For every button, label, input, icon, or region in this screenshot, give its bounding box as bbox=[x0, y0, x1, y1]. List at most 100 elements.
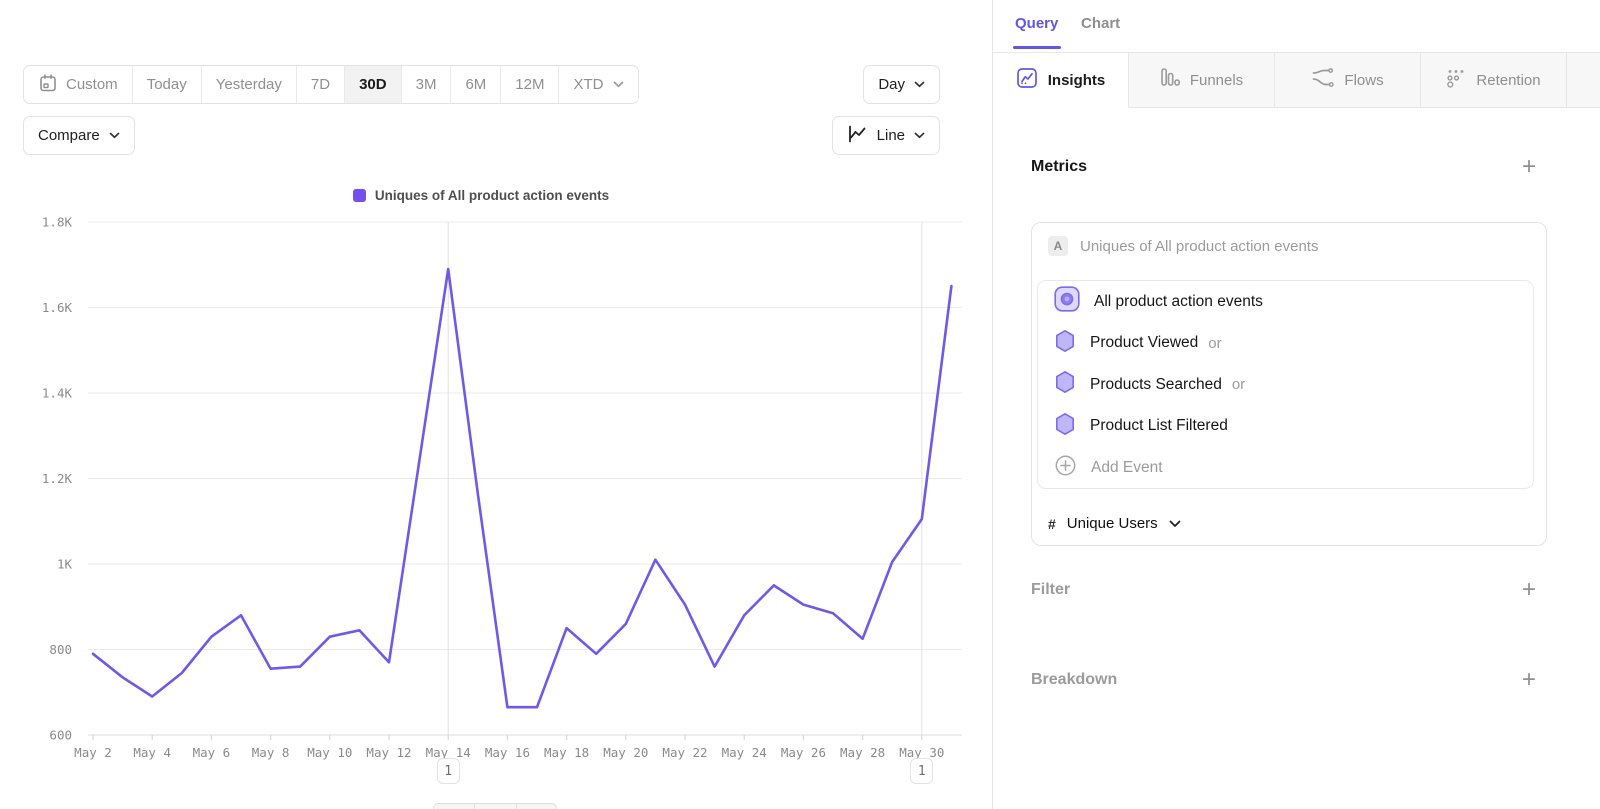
breakdown-section-header: Breakdown + bbox=[1031, 668, 1536, 692]
y-axis-tick-label: 800 bbox=[49, 642, 72, 657]
y-axis-tick-label: 1.2K bbox=[42, 471, 73, 486]
granularity-dropdown[interactable]: Day bbox=[863, 65, 940, 104]
tab-chart[interactable]: Chart bbox=[1081, 15, 1120, 32]
y-axis-tick-label: 1.4K bbox=[42, 386, 73, 401]
date-range-3m[interactable]: 3M bbox=[402, 66, 452, 103]
chart-panel: CustomTodayYesterday7D30D3M6M12MXTD Day … bbox=[0, 0, 992, 809]
retention-icon bbox=[1446, 68, 1466, 92]
date-range-label: Today bbox=[147, 76, 187, 93]
x-axis-tick-label: May 4 bbox=[133, 745, 171, 760]
report-tab-insights[interactable]: Insights bbox=[993, 52, 1129, 108]
query-panel: Query Chart Insights Funnels Flows Retentio… bbox=[992, 0, 1600, 809]
events-card: All product action events Product Viewed o… bbox=[1037, 280, 1534, 489]
x-axis-tick-label: May 24 bbox=[722, 745, 767, 760]
date-range-today[interactable]: Today bbox=[133, 66, 202, 103]
series-label: Uniques of All product action events bbox=[1080, 238, 1318, 255]
event-row-product-viewed[interactable]: Product Viewed or bbox=[1038, 323, 1533, 365]
event-hexagon-icon bbox=[1054, 370, 1076, 399]
date-range-6m[interactable]: 6M bbox=[451, 66, 501, 103]
event-row-products-searched[interactable]: Products Searched or bbox=[1038, 364, 1533, 406]
date-range-yesterday[interactable]: Yesterday bbox=[202, 66, 297, 103]
x-axis-tick-label: May 28 bbox=[840, 745, 885, 760]
chart-footer-control[interactable] bbox=[433, 803, 557, 809]
date-range-label: Yesterday bbox=[216, 76, 282, 93]
date-range-label: XTD bbox=[573, 76, 603, 93]
granularity-label: Day bbox=[878, 76, 905, 93]
x-axis-tick-label: May 12 bbox=[366, 745, 411, 760]
compare-dropdown[interactable]: Compare bbox=[23, 116, 135, 155]
chevron-down-icon bbox=[914, 132, 925, 139]
calendar-icon bbox=[38, 73, 58, 97]
event-row-product-list-filtered[interactable]: Product List Filtered bbox=[1038, 406, 1533, 448]
add-event-icon bbox=[1054, 454, 1077, 482]
x-axis-tick-label: May 20 bbox=[603, 745, 648, 760]
chevron-down-icon bbox=[109, 132, 120, 139]
y-axis-tick-label: 1K bbox=[57, 557, 73, 572]
date-range-label: 30D bbox=[359, 76, 387, 93]
add-breakdown-button[interactable]: + bbox=[1522, 668, 1536, 692]
date-range-xtd[interactable]: XTD bbox=[559, 66, 638, 103]
event-hexagon-icon bbox=[1054, 329, 1076, 358]
date-range-label: 3M bbox=[416, 76, 437, 93]
date-range-label: 6M bbox=[465, 76, 486, 93]
report-tab-flows[interactable]: Flows bbox=[1275, 52, 1421, 108]
date-range-7d[interactable]: 7D bbox=[297, 66, 345, 103]
tabbar-filler bbox=[1567, 52, 1600, 108]
flows-icon bbox=[1311, 68, 1334, 92]
annotation-marker[interactable]: 1 bbox=[910, 758, 933, 784]
compare-label: Compare bbox=[38, 127, 100, 144]
add-filter-button[interactable]: + bbox=[1522, 578, 1536, 602]
annotation-marker[interactable]: 1 bbox=[437, 758, 460, 784]
x-axis-tick-label: May 22 bbox=[662, 745, 707, 760]
breakdown-title: Breakdown bbox=[1031, 671, 1117, 689]
hash-icon: # bbox=[1048, 516, 1056, 532]
event-label: All product action events bbox=[1094, 293, 1263, 311]
report-tab-funnels[interactable]: Funnels bbox=[1129, 52, 1275, 108]
filter-title: Filter bbox=[1031, 581, 1070, 599]
insights-icon bbox=[1016, 67, 1038, 93]
date-range-30d[interactable]: 30D bbox=[345, 66, 402, 103]
add-metric-button[interactable]: + bbox=[1522, 155, 1536, 179]
date-range-label: 12M bbox=[515, 76, 544, 93]
y-axis-tick-label: 600 bbox=[49, 728, 72, 743]
chevron-down-icon bbox=[914, 81, 925, 88]
date-range-12m[interactable]: 12M bbox=[501, 66, 559, 103]
filter-section-header: Filter + bbox=[1031, 578, 1536, 602]
date-range-custom[interactable]: Custom bbox=[24, 66, 133, 103]
event-operator-label: or bbox=[1232, 376, 1245, 393]
all-events-icon bbox=[1054, 286, 1080, 317]
metric-card: A Uniques of All product action events A… bbox=[1031, 222, 1547, 546]
panel-header: Query Chart bbox=[993, 0, 1600, 52]
aggregation-label: Unique Users bbox=[1067, 515, 1158, 532]
event-hexagon-icon bbox=[1054, 412, 1076, 441]
event-label: Products Searched bbox=[1090, 376, 1222, 394]
report-tab-retention[interactable]: Retention bbox=[1421, 52, 1567, 108]
series-line bbox=[93, 269, 951, 707]
chart-type-dropdown[interactable]: Line bbox=[832, 116, 940, 155]
metric-series-row[interactable]: A Uniques of All product action events bbox=[1048, 236, 1534, 256]
metrics-section-header: Metrics + bbox=[1031, 155, 1536, 179]
event-row-add-event[interactable]: Add Event bbox=[1038, 447, 1533, 489]
chevron-down-icon bbox=[1169, 520, 1181, 528]
aggregation-dropdown[interactable]: # Unique Users bbox=[1048, 515, 1181, 532]
y-axis-tick-label: 1.6K bbox=[42, 300, 73, 315]
event-row-all-product-action-events[interactable]: All product action events bbox=[1038, 281, 1533, 323]
tab-query[interactable]: Query bbox=[1015, 15, 1058, 32]
report-tab-label: Flows bbox=[1344, 72, 1383, 89]
funnels-icon bbox=[1160, 67, 1180, 93]
event-operator-label: or bbox=[1208, 335, 1221, 352]
date-range-group: Custom Today Yesterday 7D 30D 3M 6M 12M XTD bbox=[23, 65, 639, 104]
chart-type-label: Line bbox=[877, 127, 905, 144]
report-tab-label: Insights bbox=[1048, 72, 1106, 89]
report-tab-label: Funnels bbox=[1190, 72, 1243, 89]
active-tab-underline bbox=[1013, 46, 1061, 49]
event-label: Product Viewed bbox=[1090, 334, 1198, 352]
chevron-down-icon bbox=[613, 81, 624, 88]
line-chart-icon bbox=[847, 125, 868, 147]
date-range-label: 7D bbox=[311, 76, 330, 93]
x-axis-tick-label: May 26 bbox=[781, 745, 826, 760]
report-type-tabbar: Insights Funnels Flows Retention bbox=[993, 52, 1600, 108]
x-axis-tick-label: May 16 bbox=[485, 745, 530, 760]
event-label: Product List Filtered bbox=[1090, 417, 1228, 435]
report-tab-label: Retention bbox=[1476, 72, 1540, 89]
